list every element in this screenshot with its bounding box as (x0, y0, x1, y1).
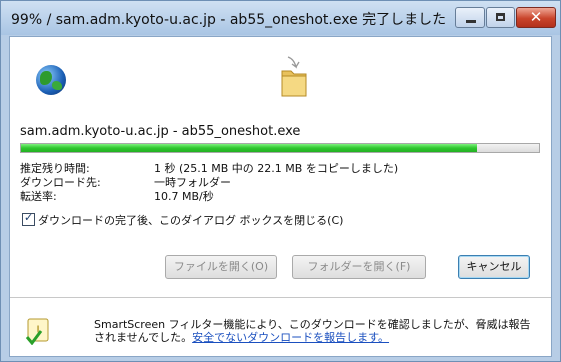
open-file-button[interactable]: ファイルを開く(O) (165, 255, 277, 279)
download-source: sam.adm.kyoto-u.ac.jp - ab55_oneshot.exe (20, 124, 301, 139)
progress-bar (20, 143, 540, 153)
maximize-icon (496, 13, 505, 21)
minimize-icon (466, 20, 476, 23)
progress-fill (21, 144, 477, 152)
minimize-button[interactable] (455, 7, 485, 28)
download-dialog: 99% / sam.adm.kyoto-u.ac.jp - ab55_onesh… (0, 0, 561, 362)
title-bar[interactable]: 99% / sam.adm.kyoto-u.ac.jp - ab55_onesh… (1, 1, 560, 35)
transfer-rate-row: 転送率: 10.7 MB/秒 (20, 188, 214, 204)
transfer-rate-value: 10.7 MB/秒 (154, 190, 214, 203)
maximize-button[interactable] (486, 7, 515, 28)
close-icon: ✕ (529, 8, 543, 26)
cancel-button[interactable]: キャンセル (458, 255, 530, 279)
divider (10, 297, 551, 298)
checkbox-icon[interactable] (22, 211, 35, 226)
smartscreen-message: SmartScreen フィルター機能により、このダウンロードを確認しましたが、… (94, 318, 531, 344)
close-on-complete-checkbox[interactable]: ダウンロードの完了後、このダイアログ ボックスを閉じる(C) (22, 211, 343, 228)
transfer-rate-label: 転送率: (20, 190, 57, 203)
smartscreen-line1: SmartScreen フィルター機能により、このダウンロードを確認しましたが、… (94, 318, 531, 331)
dialog-content: sam.adm.kyoto-u.ac.jp - ab55_oneshot.exe… (9, 36, 552, 357)
report-unsafe-download-link[interactable]: 安全でないダウンロードを報告します。 (192, 331, 389, 344)
smartscreen-line2-prefix: されませんでした。 (94, 331, 193, 344)
close-button[interactable]: ✕ (516, 7, 556, 28)
window-title: 99% / sam.adm.kyoto-u.ac.jp - ab55_onesh… (11, 12, 447, 28)
open-folder-button[interactable]: フォルダーを開く(F) (292, 255, 426, 279)
smartscreen-line2: されませんでした。安全でないダウンロードを報告します。 (94, 331, 531, 344)
globe-icon (36, 65, 66, 95)
folder-icon (281, 56, 307, 97)
smartscreen-shield-icon: ! (25, 318, 49, 345)
checkbox-label[interactable]: ダウンロードの完了後、このダイアログ ボックスを閉じる(C) (38, 214, 343, 227)
